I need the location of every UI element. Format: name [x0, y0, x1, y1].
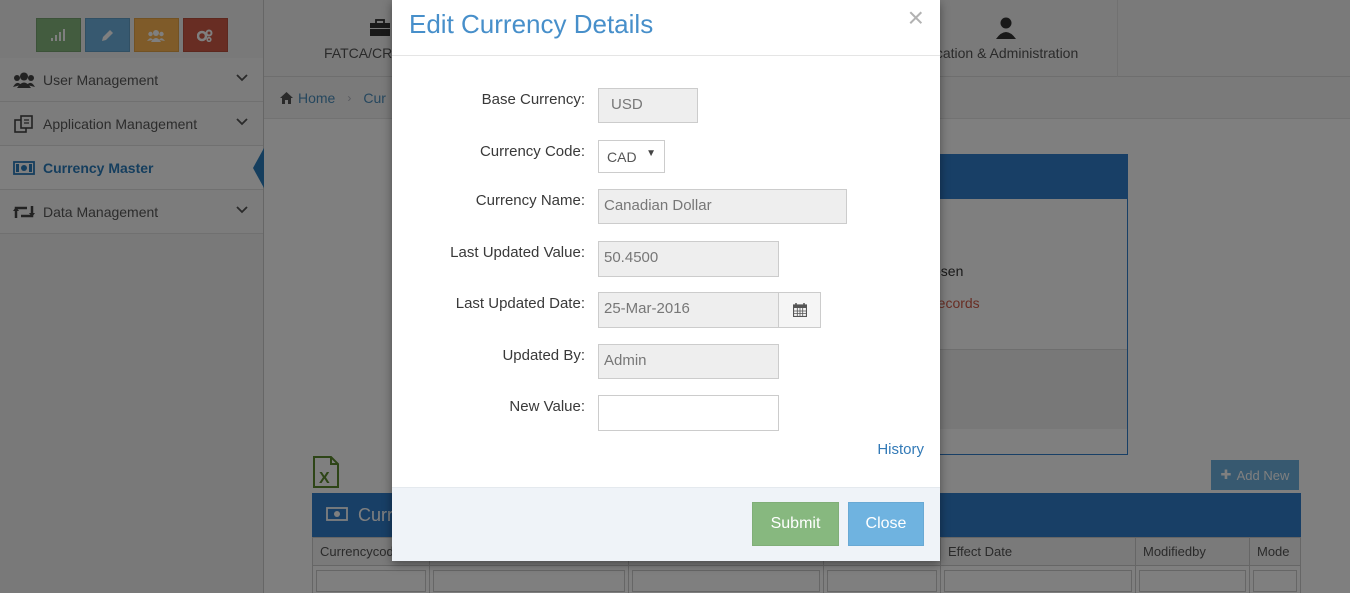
dropdown-arrow-icon: ▼ [646, 148, 656, 159]
history-link[interactable]: History [877, 441, 924, 458]
updated-by-field: Admin [598, 344, 779, 379]
last-updated-value-label: Last Updated Value: [450, 244, 585, 261]
currency-name-field: Canadian Dollar [598, 189, 847, 224]
edit-currency-modal: Edit Currency Details × Base Currency: U… [392, 0, 940, 561]
last-updated-value-field: 50.4500 [598, 241, 779, 277]
modal-title: Edit Currency Details [409, 9, 654, 39]
currency-name-label: Currency Name: [475, 192, 585, 209]
modal-header: Edit Currency Details × [392, 0, 940, 56]
calendar-icon [792, 303, 807, 317]
currency-code-select[interactable]: CAD ▼ [598, 140, 665, 173]
currency-code-value: CAD [607, 149, 637, 165]
submit-button[interactable]: Submit [752, 502, 839, 546]
close-icon[interactable]: × [908, 2, 924, 34]
base-currency-label: Base Currency: [481, 91, 585, 108]
new-value-input[interactable] [598, 395, 779, 431]
calendar-button[interactable] [778, 292, 821, 328]
base-currency-field: USD [598, 88, 698, 123]
close-button[interactable]: Close [848, 502, 924, 546]
updated-by-label: Updated By: [502, 347, 585, 364]
last-updated-date-field: 25-Mar-2016 [598, 292, 779, 328]
last-updated-date-label: Last Updated Date: [455, 295, 585, 312]
currency-code-label: Currency Code: [479, 143, 585, 160]
new-value-label: New Value: [509, 398, 585, 415]
modal-footer: Submit Close [392, 487, 940, 561]
